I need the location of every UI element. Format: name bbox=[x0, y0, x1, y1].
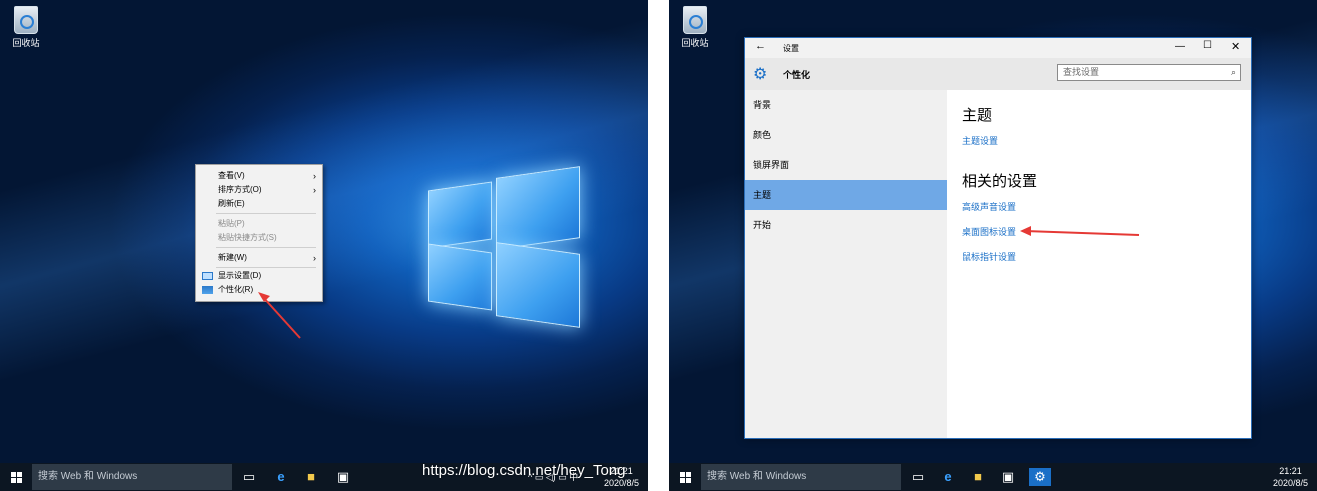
taskbar: 搜索 Web 和 Windows ▭ e ■ ▣ ⚙ 21:21 2020/8/… bbox=[669, 463, 1317, 491]
taskbar-search-input[interactable]: 搜索 Web 和 Windows bbox=[701, 464, 901, 490]
settings-app-icon[interactable]: ⚙ bbox=[1029, 468, 1051, 486]
file-explorer-icon[interactable]: ■ bbox=[969, 468, 987, 486]
taskbar-search-input[interactable]: 搜索 Web 和 Windows bbox=[32, 464, 232, 490]
edge-browser-icon[interactable]: e bbox=[939, 468, 957, 486]
task-view-icon[interactable]: ▭ bbox=[240, 468, 258, 486]
windows-start-icon bbox=[10, 471, 22, 483]
windows-start-icon bbox=[679, 471, 691, 483]
edge-browser-icon[interactable]: e bbox=[272, 468, 290, 486]
start-button[interactable] bbox=[669, 463, 701, 491]
store-icon[interactable]: ▣ bbox=[999, 468, 1017, 486]
start-button[interactable] bbox=[0, 463, 32, 491]
store-icon[interactable]: ▣ bbox=[334, 468, 352, 486]
clock-date: 2020/8/5 bbox=[1273, 478, 1309, 488]
watermark-text: https://blog.csdn.net/hey_Tong bbox=[422, 462, 626, 479]
task-view-icon[interactable]: ▭ bbox=[909, 468, 927, 486]
desktop-screenshot-right: 回收站 ← 设置 — ☐ ✕ ⚙ 个性化 查找设置 ⌕ 背景 颜色 锁屏界面 主… bbox=[669, 0, 1317, 491]
taskbar-clock[interactable]: 21:21 2020/8/5 bbox=[1273, 465, 1308, 489]
file-explorer-icon[interactable]: ■ bbox=[302, 468, 320, 486]
clock-time: 21:21 bbox=[1279, 466, 1302, 476]
annotation-arrow-left bbox=[258, 292, 301, 339]
desktop-screenshot-left: 回收站 查看(V) › 排序方式(O) › 刷新(E) 粘贴(P) 粘贴快捷方式(S… bbox=[0, 0, 648, 491]
annotation-arrow-right bbox=[1020, 226, 1140, 236]
